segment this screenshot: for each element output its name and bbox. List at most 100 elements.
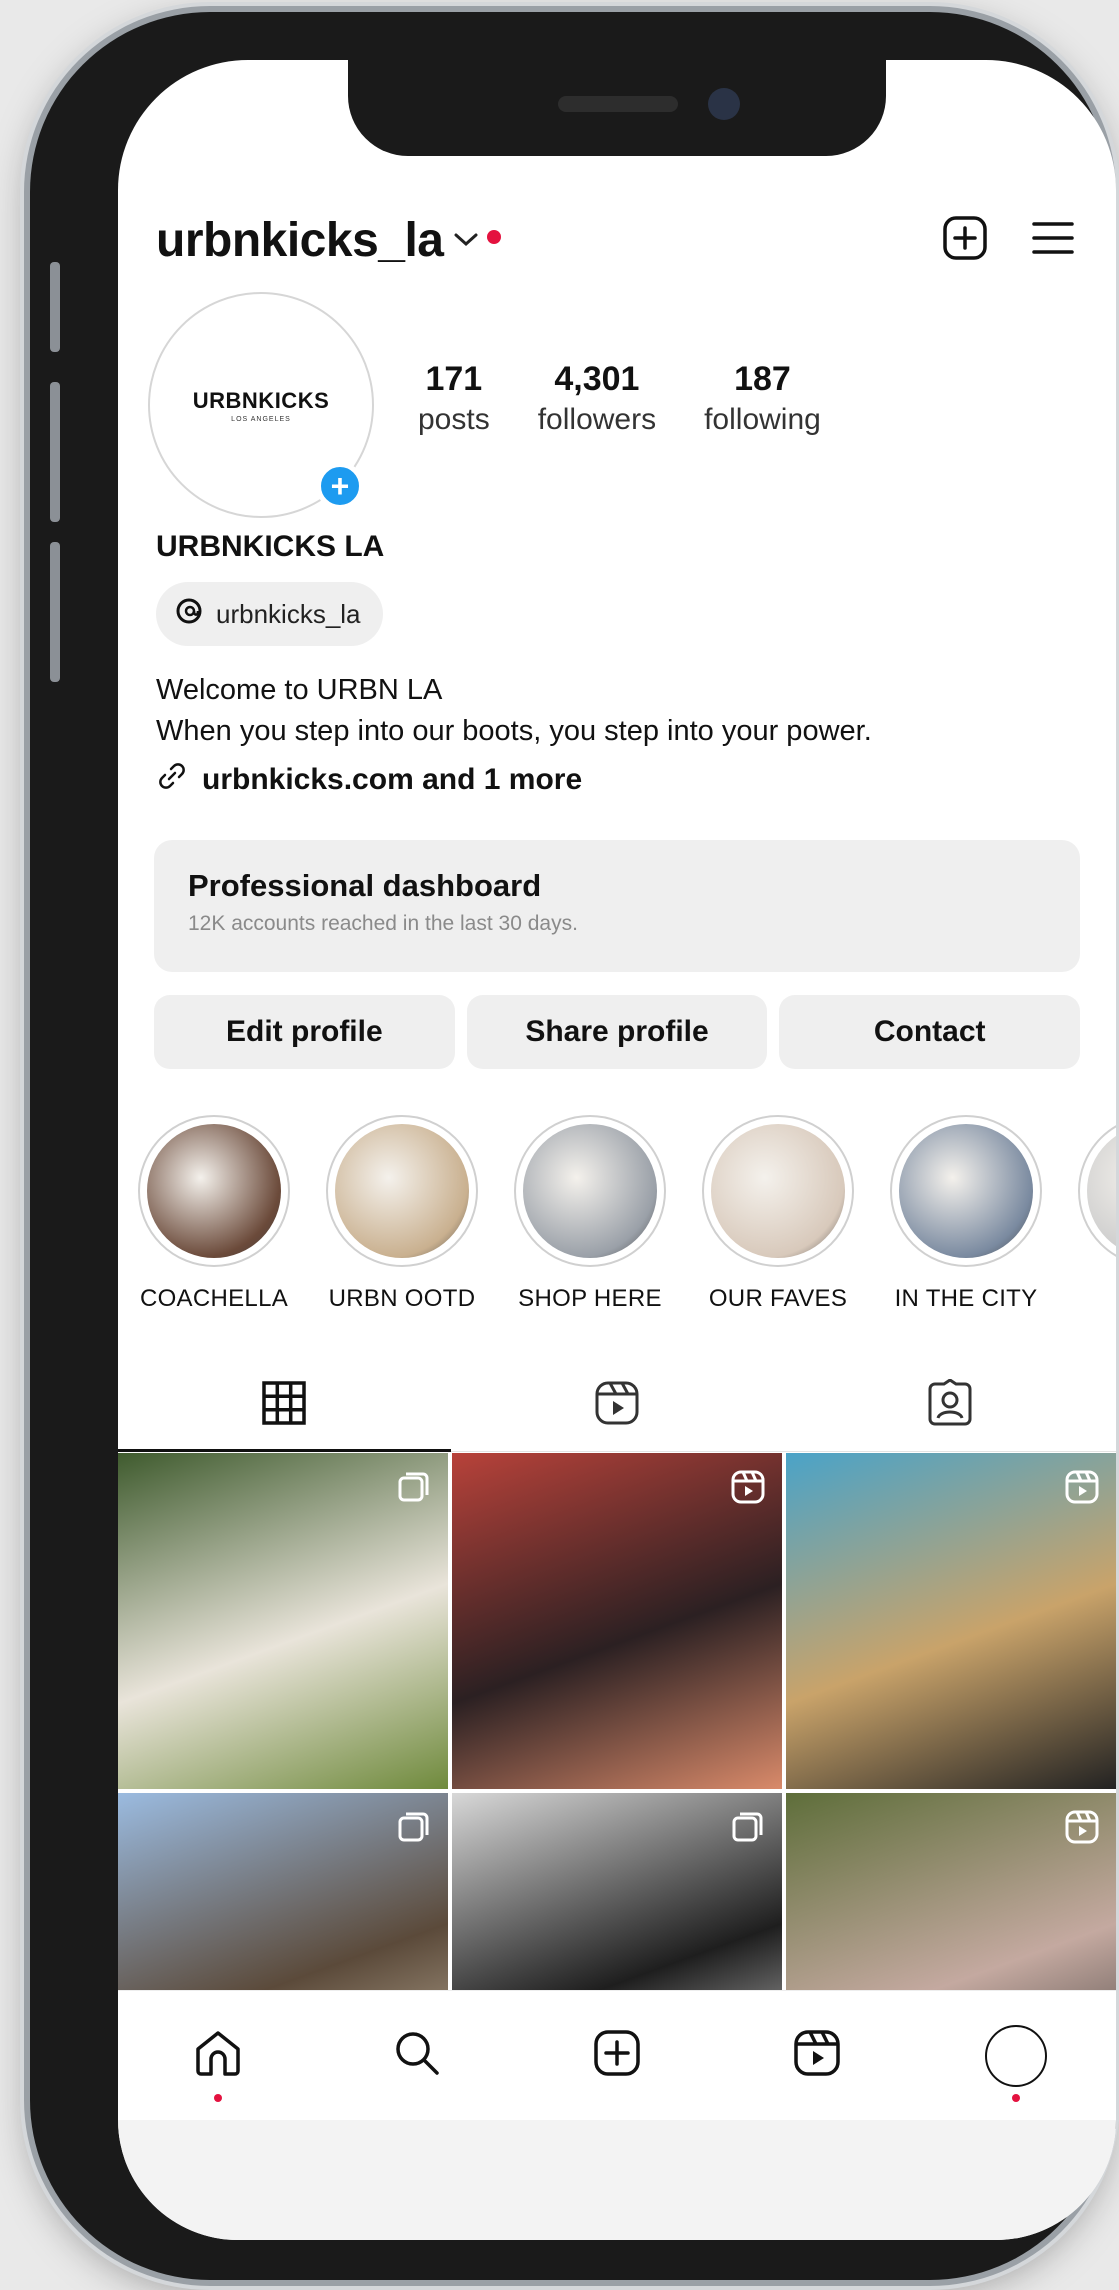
bio-line-2: When you step into our boots, you step i… [156, 715, 872, 747]
stat-following[interactable]: 187 following [704, 360, 821, 437]
highlight-ring [138, 1115, 290, 1267]
highlight-ring [890, 1115, 1042, 1267]
profile-notification-dot [1012, 2093, 1021, 2102]
carousel-icon [396, 1809, 432, 1845]
volume-down-button [50, 542, 60, 682]
highlight-cover [711, 1124, 845, 1258]
highlight-label: OUR FAVES [708, 1285, 848, 1312]
highlight-cover [1087, 1124, 1116, 1258]
story-highlights: COACHELLA URBN OOTD SHOP HERE OUR FAVES … [138, 1115, 1116, 1313]
reel-badge-icon [1064, 1469, 1100, 1505]
stat-following-label: following [704, 403, 821, 436]
highlight-cover [335, 1124, 469, 1258]
notch [348, 60, 886, 156]
username[interactable]: urbnkicks_la [156, 213, 444, 268]
add-story-icon[interactable]: + [316, 462, 364, 510]
highlight-ring [326, 1115, 478, 1267]
reel-badge-icon [1064, 1809, 1100, 1845]
tab-posts-grid[interactable] [118, 1360, 451, 1452]
device-bottom-area [118, 2120, 1116, 2240]
phone-frame: urbnkicks_la URBNKICKS LOS ANGELES + 171… [30, 12, 1116, 2280]
stat-following-count: 187 [734, 360, 791, 398]
home-icon [192, 2027, 244, 2084]
header-actions [942, 215, 1076, 266]
stat-followers-count: 4,301 [554, 360, 640, 398]
tab-reels[interactable] [451, 1360, 784, 1451]
highlight-label: SHOP HERE [518, 1285, 662, 1312]
stat-followers-label: followers [537, 403, 657, 436]
contact-button[interactable]: Contact [779, 995, 1081, 1069]
reels-icon [593, 1379, 641, 1432]
threads-icon [174, 596, 204, 633]
profile-header: urbnkicks_la [156, 200, 1076, 280]
notification-dot [487, 230, 502, 244]
dashboard-title: Professional dashboard [188, 868, 542, 903]
stat-posts-count: 171 [425, 360, 483, 398]
highlight-label: URBN OOTD [328, 1285, 476, 1312]
carousel-icon [730, 1809, 766, 1845]
carousel-icon [396, 1469, 432, 1505]
menu-icon[interactable] [1030, 215, 1076, 266]
highlight-shop-here[interactable]: SHOP HERE [514, 1115, 666, 1313]
stat-posts[interactable]: 171 posts [418, 360, 490, 437]
stat-followers[interactable]: 4,301 followers [538, 360, 656, 437]
volume-up-button [50, 382, 60, 522]
home-notification-dot [213, 2093, 222, 2102]
highlight-ring [702, 1115, 854, 1267]
post-thumbnail[interactable] [452, 1453, 782, 1789]
bio-link[interactable]: urbnkicks.com and 1 more [156, 760, 582, 800]
highlight-label: COACHELLA [139, 1285, 289, 1312]
front-camera [708, 88, 740, 120]
content-tabs [118, 1360, 1116, 1452]
tab-tagged[interactable] [783, 1360, 1116, 1451]
avatar-brand-text: URBNKICKS [192, 387, 330, 413]
mute-switch [50, 262, 60, 352]
create-icon [592, 2028, 642, 2083]
reels-icon [792, 2028, 842, 2083]
highlight-label: IN THE CITY [894, 1285, 1038, 1312]
screen: urbnkicks_la URBNKICKS LOS ANGELES + 171… [118, 60, 1116, 2240]
professional-dashboard[interactable]: Professional dashboard 12K accounts reac… [154, 840, 1080, 972]
dashboard-subtitle: 12K accounts reached in the last 30 days… [188, 912, 578, 935]
nav-reels[interactable] [777, 2016, 857, 2096]
threads-handle: urbnkicks_la [216, 598, 361, 629]
profile-stats: 171 posts 4,301 followers 187 following [418, 360, 821, 437]
display-name: URBNKICKS LA [156, 530, 385, 563]
speaker [558, 96, 678, 112]
reel-badge-icon [730, 1469, 766, 1505]
highlight-coachella[interactable]: COACHELLA [138, 1115, 290, 1313]
bio: Welcome to URBN LA When you step into ou… [156, 670, 872, 752]
nav-search[interactable] [377, 2016, 457, 2096]
highlight-ring [1078, 1115, 1116, 1267]
highlight-urbn-ootd[interactable]: URBN OOTD [326, 1115, 478, 1313]
highlight-partial[interactable]: Co [1078, 1115, 1116, 1313]
bottom-navigation [118, 1990, 1116, 2120]
chevron-down-icon[interactable] [453, 225, 479, 256]
nav-create[interactable] [577, 2016, 657, 2096]
highlight-in-the-city[interactable]: IN THE CITY [890, 1115, 1042, 1313]
threads-badge[interactable]: urbnkicks_la [156, 582, 383, 646]
share-profile-button[interactable]: Share profile [466, 995, 768, 1069]
profile-avatar-icon [985, 2024, 1048, 2087]
highlight-cover [147, 1124, 281, 1258]
stat-posts-label: posts [418, 403, 490, 436]
tagged-icon [926, 1378, 974, 1432]
profile-actions: Edit profile Share profile Contact [154, 995, 1081, 1069]
highlight-cover [899, 1124, 1033, 1258]
edit-profile-button[interactable]: Edit profile [154, 995, 455, 1069]
highlight-ring [514, 1115, 666, 1267]
post-thumbnail[interactable] [118, 1453, 448, 1789]
grid-icon [261, 1380, 307, 1431]
highlight-our-faves[interactable]: OUR FAVES [702, 1115, 854, 1313]
profile-avatar[interactable]: URBNKICKS LOS ANGELES + [148, 292, 374, 518]
link-text: urbnkicks.com and 1 more [202, 763, 583, 796]
bio-line-1: Welcome to URBN LA [156, 674, 443, 706]
nav-profile[interactable] [976, 2016, 1056, 2102]
highlight-cover [523, 1124, 657, 1258]
search-icon [391, 2027, 443, 2084]
nav-home[interactable] [178, 2016, 258, 2102]
link-icon [156, 760, 188, 800]
create-post-icon[interactable] [942, 215, 988, 266]
avatar-sub-text: LOS ANGELES [231, 415, 291, 423]
post-thumbnail[interactable] [786, 1453, 1116, 1789]
